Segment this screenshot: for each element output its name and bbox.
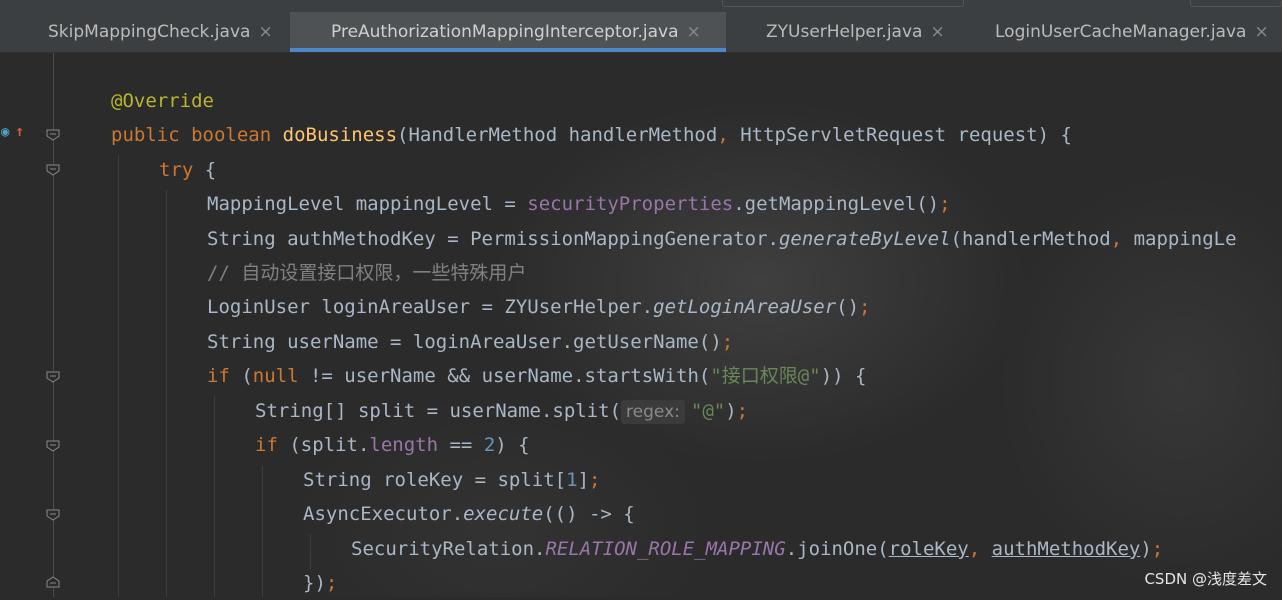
close-icon[interactable]: × [687, 22, 701, 42]
code-line: String userName = loginAreaUser.getUserN… [207, 331, 734, 353]
tab-label: LoginUserCacheManager.java [995, 22, 1247, 42]
fold-marker-icon[interactable] [46, 440, 60, 452]
code-line: public boolean doBusiness(HandlerMethod … [111, 124, 1072, 146]
close-icon[interactable]: × [258, 22, 272, 42]
editor-gutter [0, 53, 72, 597]
code-line: }); [303, 572, 338, 594]
tab-zy-user-helper[interactable]: ZYUserHelper.java × [766, 12, 945, 52]
watermark: CSDN @浅度差文 [1144, 570, 1267, 588]
search-everywhere-field[interactable] [722, 0, 964, 7]
close-icon[interactable]: × [1254, 22, 1268, 42]
code-line: String authMethodKey = PermissionMapping… [207, 228, 1237, 250]
indent-guide [262, 465, 263, 597]
fold-end-marker-icon[interactable] [46, 576, 60, 588]
code-line: // 自动设置接口权限，一些特殊用户 [207, 256, 526, 290]
code-line: @Override [111, 90, 214, 112]
code-line: String roleKey = split[1]; [303, 469, 601, 491]
tab-pre-authorization-mapping-interceptor[interactable]: PreAuthorizationMappingInterceptor.java × [290, 12, 726, 52]
overrides-method-icon[interactable]: ◉ [1, 124, 9, 140]
toolbar-controls[interactable] [1190, 0, 1282, 7]
code-line: try { [159, 159, 217, 181]
fold-marker-icon[interactable] [46, 164, 60, 176]
title-strip [0, 0, 1282, 12]
go-to-super-arrow-icon[interactable]: ↑ [15, 122, 24, 140]
fold-marker-icon[interactable] [46, 509, 60, 521]
indent-guide [118, 155, 119, 597]
fold-marker-icon[interactable] [46, 371, 60, 383]
code-comment: // 自动设置接口权限，一些特殊用户 [207, 262, 527, 284]
code-line: SecurityRelation.RELATION_ROLE_MAPPING.j… [351, 538, 1164, 560]
code-line: LoginUser loginAreaUser = ZYUserHelper.g… [207, 296, 871, 318]
code-line: if (null != userName && userName.startsW… [207, 365, 867, 387]
parameter-hint: regex: [621, 400, 685, 424]
fold-marker-icon[interactable] [46, 129, 60, 141]
code-line: if (split.length == 2) { [255, 434, 530, 456]
code-line: AsyncExecutor.execute(() -> { [303, 503, 635, 525]
tab-label: SkipMappingCheck.java [48, 22, 251, 42]
code-line: String[] split = userName.split(regex: "@… [255, 400, 749, 424]
tab-login-user-cache-manager[interactable]: LoginUserCacheManager.java × [995, 12, 1269, 52]
indent-guide [310, 534, 311, 569]
close-icon[interactable]: × [930, 22, 944, 42]
editor-tab-bar: SkipMappingCheck.java × PreAuthorizationM… [0, 12, 1282, 53]
code-line: MappingLevel mappingLevel = securityProp… [207, 193, 951, 215]
tab-label: ZYUserHelper.java [766, 22, 923, 42]
tab-skip-mapping-check[interactable]: SkipMappingCheck.java × [48, 12, 273, 52]
indent-guide [214, 396, 215, 597]
indent-guide [166, 190, 167, 597]
tab-label: PreAuthorizationMappingInterceptor.java [331, 22, 679, 42]
